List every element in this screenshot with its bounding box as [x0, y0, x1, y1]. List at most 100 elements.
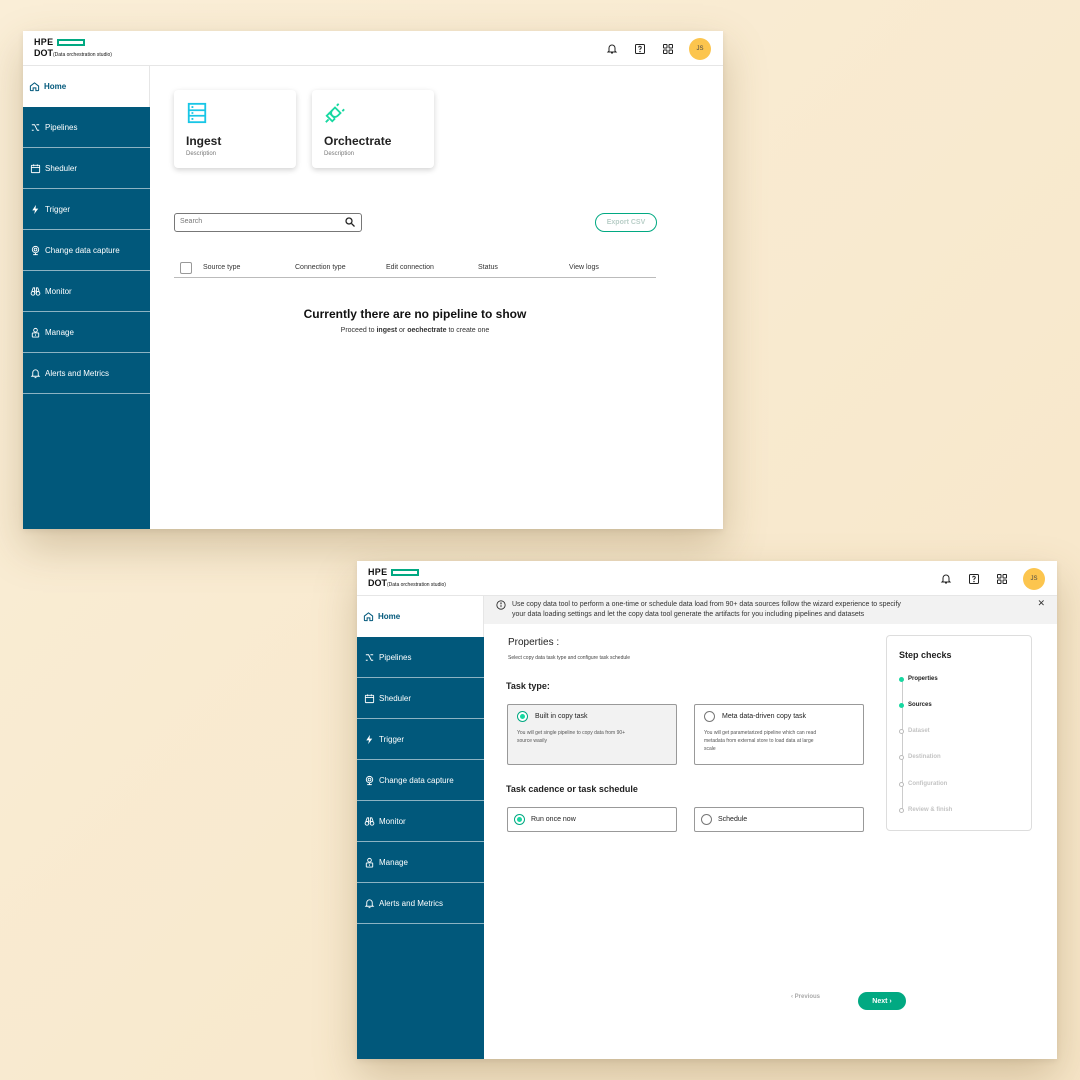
- notifications-bell-icon[interactable]: [605, 42, 619, 56]
- sidebar-item-label: Trigger: [379, 734, 405, 744]
- sidebar-item-manage[interactable]: Manage: [357, 842, 484, 883]
- column-header[interactable]: Status: [478, 264, 498, 271]
- main-content: Ingest Description Orchectrate Descripti…: [150, 66, 723, 529]
- empty-text: or: [397, 327, 408, 334]
- metadata-driven-copy-task-option[interactable]: Meta data-driven copy task You will get …: [694, 704, 864, 765]
- sidebar-item-label: Change data capture: [45, 245, 120, 255]
- binoculars-icon: [363, 815, 375, 827]
- empty-state-message: Proceed to ingest or oechectrate to crea…: [174, 327, 656, 334]
- radio-button[interactable]: [517, 711, 528, 722]
- column-header[interactable]: Connection type: [295, 264, 346, 271]
- sidebar-item-label: Manage: [45, 327, 74, 337]
- banner-text-line1: Use copy data tool to perform a one-time…: [512, 601, 901, 608]
- sidebar-item-monitor[interactable]: Monitor: [357, 801, 484, 842]
- app-grid-icon[interactable]: [995, 572, 1009, 586]
- orchectrate-card[interactable]: Orchectrate Description: [312, 90, 434, 168]
- sidebar-item-sheduler[interactable]: Sheduler: [357, 678, 484, 719]
- ingest-card[interactable]: Ingest Description: [174, 90, 296, 168]
- plug-connect-icon: [325, 103, 345, 123]
- radio-button[interactable]: [701, 814, 712, 825]
- card-title: Orchectrate: [324, 134, 392, 148]
- sidebar-item-label: Monitor: [45, 286, 72, 296]
- step-destination: Destination: [899, 754, 941, 760]
- info-icon: [496, 600, 506, 610]
- orchestrate-link[interactable]: oechectrate: [407, 327, 446, 334]
- radio-button[interactable]: [514, 814, 525, 825]
- step-sources[interactable]: Sources: [899, 702, 932, 708]
- sidebar-item-change-data-capture[interactable]: Change data capture: [23, 230, 150, 271]
- sidebar-item-label: Alerts and Metrics: [45, 368, 110, 378]
- sidebar-item-pipelines[interactable]: Pipelines: [23, 107, 150, 148]
- run-once-now-option[interactable]: Run once now: [507, 807, 677, 832]
- step-label: Properties: [908, 676, 938, 682]
- step-dataset: Dataset: [899, 728, 930, 734]
- banner-text-line2: your data loading settings and let the c…: [512, 611, 865, 618]
- hpe-wordmark: HPE: [368, 567, 388, 577]
- next-button[interactable]: Next ›: [858, 992, 906, 1010]
- empty-text: to create one: [446, 327, 490, 334]
- app-logo[interactable]: HPE DOT(Data orchestration studio): [34, 37, 112, 58]
- top-bar: HPE DOT(Data orchestration studio) JS: [23, 31, 723, 66]
- sidebar-item-home[interactable]: Home: [23, 66, 150, 107]
- sidebar-item-pipelines[interactable]: Pipelines: [357, 637, 484, 678]
- step-configuration: Configuration: [899, 781, 947, 787]
- ingest-link[interactable]: ingest: [376, 327, 397, 334]
- sidebar-item-monitor[interactable]: Monitor: [23, 271, 150, 312]
- task-cadence-heading: Task cadence or task schedule: [506, 784, 638, 794]
- sidebar-item-manage[interactable]: Manage: [23, 312, 150, 353]
- export-csv-button[interactable]: Export CSV: [595, 213, 657, 232]
- app-logo[interactable]: HPE DOT(Data orchestration studio): [368, 567, 446, 588]
- section-title: Properties :: [508, 637, 560, 648]
- column-header[interactable]: View logs: [569, 264, 599, 271]
- sidebar-item-label: Manage: [379, 857, 408, 867]
- dot-wordmark: DOT: [34, 48, 53, 58]
- card-description: Description: [324, 151, 355, 157]
- search-input[interactable]: Search: [174, 213, 362, 232]
- sidebar-item-home[interactable]: Home: [357, 596, 484, 637]
- info-banner: Use copy data tool to perform a one-time…: [484, 596, 1057, 624]
- schedule-option[interactable]: Schedule: [694, 807, 864, 832]
- column-header[interactable]: Edit connection: [386, 264, 434, 271]
- step-done-dot-icon: [899, 676, 904, 682]
- radio-button[interactable]: [704, 711, 715, 722]
- builtin-copy-task-option[interactable]: Built in copy task You will get single p…: [507, 704, 677, 765]
- sidebar-item-label: Home: [44, 82, 67, 91]
- sidebar-item-sheduler[interactable]: Sheduler: [23, 148, 150, 189]
- webcam-icon: [29, 244, 41, 256]
- help-icon[interactable]: [967, 572, 981, 586]
- user-avatar[interactable]: JS: [1023, 568, 1045, 590]
- sidebar: Home Pipelines Sheduler Trigger Change d…: [357, 596, 484, 1059]
- sidebar-item-label: Pipelines: [379, 652, 412, 662]
- previous-button[interactable]: ‹ Previous: [791, 994, 820, 1000]
- bell-icon: [29, 367, 41, 379]
- sidebar-item-alerts-and-metrics[interactable]: Alerts and Metrics: [23, 353, 150, 394]
- column-header[interactable]: Source type: [203, 264, 240, 271]
- sidebar-item-alerts-and-metrics[interactable]: Alerts and Metrics: [357, 883, 484, 924]
- notifications-bell-icon[interactable]: [939, 572, 953, 586]
- sidebar-item-change-data-capture[interactable]: Change data capture: [357, 760, 484, 801]
- sidebar-item-trigger[interactable]: Trigger: [23, 189, 150, 230]
- help-icon[interactable]: [633, 42, 647, 56]
- sidebar-item-label: Home: [378, 612, 401, 621]
- select-all-checkbox[interactable]: [180, 262, 192, 274]
- step-connector-line: [902, 681, 903, 811]
- option-description-line: You will get single pipeline to copy dat…: [517, 730, 626, 736]
- step-label: Configuration: [908, 781, 948, 787]
- step-properties[interactable]: Properties: [899, 676, 938, 682]
- user-lock-icon: [29, 326, 41, 338]
- sidebar-item-trigger[interactable]: Trigger: [357, 719, 484, 760]
- step-pending-dot-icon: [899, 781, 904, 787]
- option-description-line: You will get parametarized pipeline whic…: [704, 730, 817, 736]
- close-icon[interactable]: ✕: [1037, 598, 1045, 608]
- search-icon[interactable]: [344, 216, 356, 228]
- pipelines-icon: [29, 121, 41, 133]
- home-icon: [362, 611, 374, 623]
- app-grid-icon[interactable]: [661, 42, 675, 56]
- user-avatar[interactable]: JS: [689, 38, 711, 60]
- hpe-element-icon: [57, 38, 86, 46]
- option-description: You will get single pipeline to copy dat…: [517, 729, 625, 745]
- task-type-heading: Task type:: [506, 681, 550, 691]
- option-label: Meta data-driven copy task: [722, 713, 807, 720]
- bell-icon: [363, 897, 375, 909]
- sidebar-item-label: Pipelines: [45, 122, 78, 132]
